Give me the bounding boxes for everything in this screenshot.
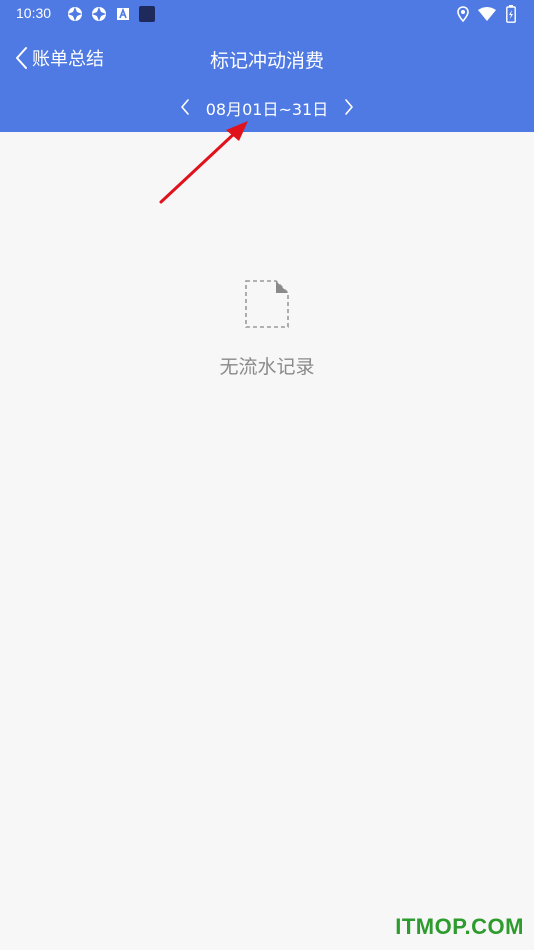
date-selector: 08月01日~31日 — [0, 92, 534, 122]
chevron-right-icon — [345, 99, 353, 115]
status-bar: 10:30 — [0, 0, 534, 28]
empty-document-icon — [243, 278, 291, 330]
chevron-left-icon — [181, 99, 189, 115]
next-month-button[interactable] — [338, 94, 360, 120]
notification-icon — [90, 5, 108, 23]
date-range-label[interactable]: 08月01日~31日 — [196, 96, 338, 120]
app-header: 10:30 账单总结 标记冲动消费 08月01日~31日 — [0, 0, 534, 132]
transaction-list-area: 无流水记录 — [0, 132, 534, 950]
page-title: 标记冲动消费 — [209, 50, 324, 72]
status-icons-left — [66, 5, 156, 23]
status-time: 10:30 — [16, 5, 52, 21]
app-a-icon — [114, 5, 132, 23]
wifi-icon — [478, 5, 496, 23]
previous-month-button[interactable] — [174, 94, 196, 120]
empty-state-text: 无流水记录 — [219, 356, 315, 378]
status-icons-right — [454, 5, 520, 23]
notification-icon — [66, 5, 84, 23]
square-icon — [138, 5, 156, 23]
location-icon — [454, 5, 472, 23]
battery-icon — [502, 5, 520, 23]
watermark: ITMOP.COM — [395, 914, 524, 939]
nav-bar: 账单总结 标记冲动消费 — [0, 36, 534, 80]
